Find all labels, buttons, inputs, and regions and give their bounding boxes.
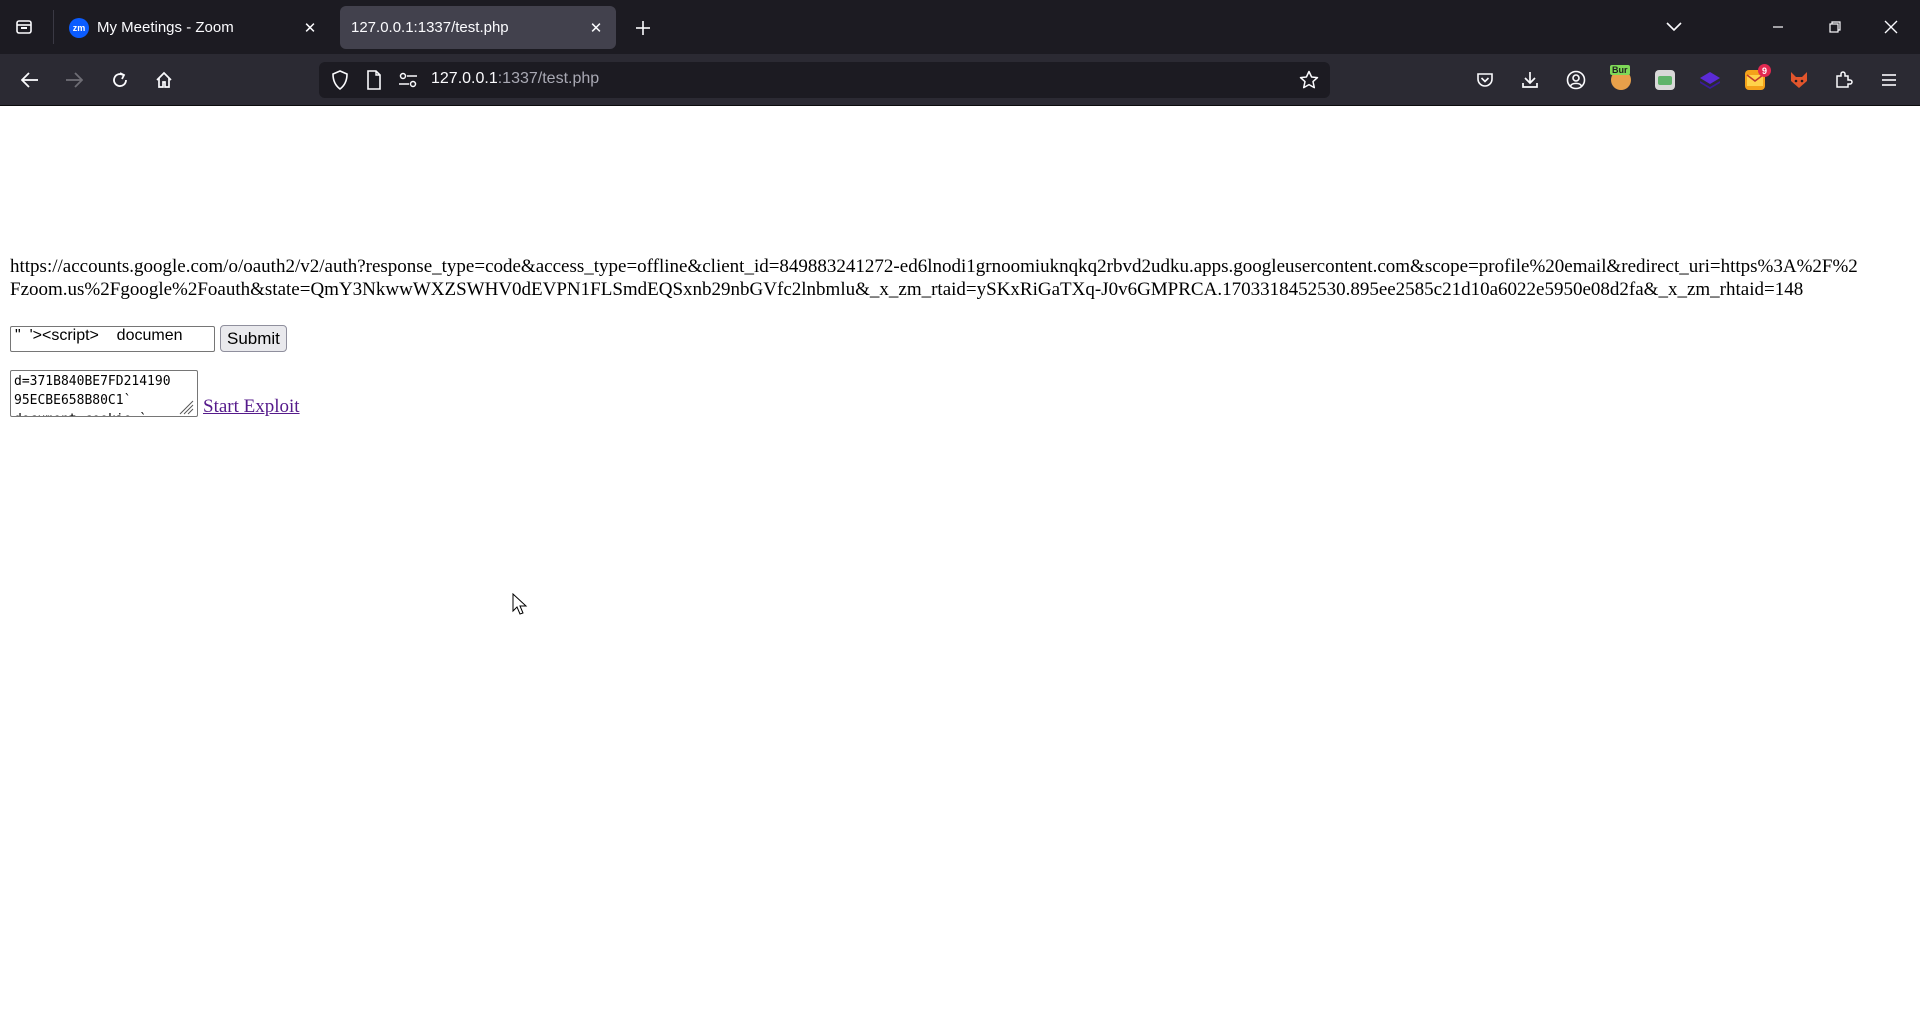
list-all-tabs-button[interactable] [1654,10,1694,44]
firefox-view-icon [16,20,32,34]
restore-button[interactable] [1815,10,1855,44]
zoom-favicon-icon: zm [69,17,89,38]
payload-form: " '><script> documen Submit [10,325,287,352]
layers-extension-button[interactable] [1692,62,1728,98]
close-window-button[interactable] [1871,10,1911,44]
mail-unread-badge: 9 [1758,64,1771,77]
fox-extension-button[interactable] [1781,62,1817,98]
start-exploit-link[interactable]: Start Exploit [203,396,300,418]
app-menu-button[interactable] [1871,62,1907,98]
layers-extension-icon [1700,72,1720,89]
url-path: :1337/test.php [497,70,600,87]
mail-extension-icon: 9 [1745,64,1771,90]
minimize-icon [1773,26,1783,28]
reload-button[interactable] [102,62,138,98]
close-tab-icon[interactable]: ✕ [298,16,322,40]
textarea-resize-grip-icon[interactable] [176,397,194,415]
tab-zoom-meetings[interactable]: zm My Meetings - Zoom ✕ [58,6,330,49]
mouse-cursor-icon [512,593,528,615]
account-button[interactable] [1558,62,1594,98]
burp-extension-label: Bur [1610,65,1630,75]
address-bar[interactable]: 127.0.0.1:1337/test.php [319,62,1330,98]
chevron-down-icon [1666,22,1682,32]
tab-separator [53,10,54,44]
submit-button[interactable]: Submit [220,325,287,352]
page-content: https://accounts.google.com/o/oauth2/v2/… [0,107,1920,1020]
tab-manager-extension-icon [1655,70,1675,90]
url-host: 127.0.0.1 [431,70,498,87]
app-menu-icon [1882,74,1896,86]
arrow-right-icon [66,72,83,88]
oauth-url-text: https://accounts.google.com/o/oauth2/v2/… [10,256,1858,300]
restore-icon [1829,21,1841,33]
tracking-protection-shield-icon[interactable] [328,68,352,92]
pocket-icon [1477,73,1493,87]
downloads-button[interactable] [1512,62,1548,98]
close-icon [1884,20,1898,34]
firefox-view-button[interactable] [6,9,42,45]
page-info-icon[interactable] [362,68,386,92]
new-tab-button[interactable] [628,13,658,43]
fox-extension-icon [1791,72,1807,88]
tab-title: 127.0.0.1:1337/test.php [351,19,509,36]
extensions-button[interactable] [1826,62,1862,98]
tab-test-php[interactable]: 127.0.0.1:1337/test.php ✕ [340,6,616,49]
plus-icon [636,21,650,35]
burp-extension-button[interactable]: Bur [1603,62,1639,98]
home-icon [156,71,172,88]
minimize-button[interactable] [1758,10,1798,44]
reload-icon [113,72,127,87]
mail-extension-button[interactable]: 9 [1737,62,1773,98]
tab-manager-extension-button[interactable] [1647,62,1683,98]
navigation-toolbar: 127.0.0.1:1337/test.php Bur 9 [0,54,1920,106]
back-button[interactable] [12,62,48,98]
pocket-button[interactable] [1467,62,1503,98]
tab-title: My Meetings - Zoom [97,19,234,36]
permissions-icon[interactable] [396,68,420,92]
close-tab-icon[interactable]: ✕ [584,16,608,40]
home-button[interactable] [146,62,182,98]
cookie-textarea[interactable]: d=371B840BE7FD214190 95ECBE658B80C1` doc… [10,370,198,417]
url-text[interactable]: 127.0.0.1:1337/test.php [431,70,599,88]
burp-extension-icon: Bur [1610,65,1631,90]
arrow-left-icon [21,72,38,88]
extensions-puzzle-icon [1836,71,1853,88]
forward-button[interactable] [56,62,92,98]
payload-input[interactable]: " '><script> documen [10,325,215,352]
download-icon [1522,72,1538,88]
account-icon [1566,70,1586,90]
tab-bar: zm My Meetings - Zoom ✕ 127.0.0.1:1337/t… [0,0,1920,54]
bookmark-star-icon[interactable] [1297,68,1321,92]
